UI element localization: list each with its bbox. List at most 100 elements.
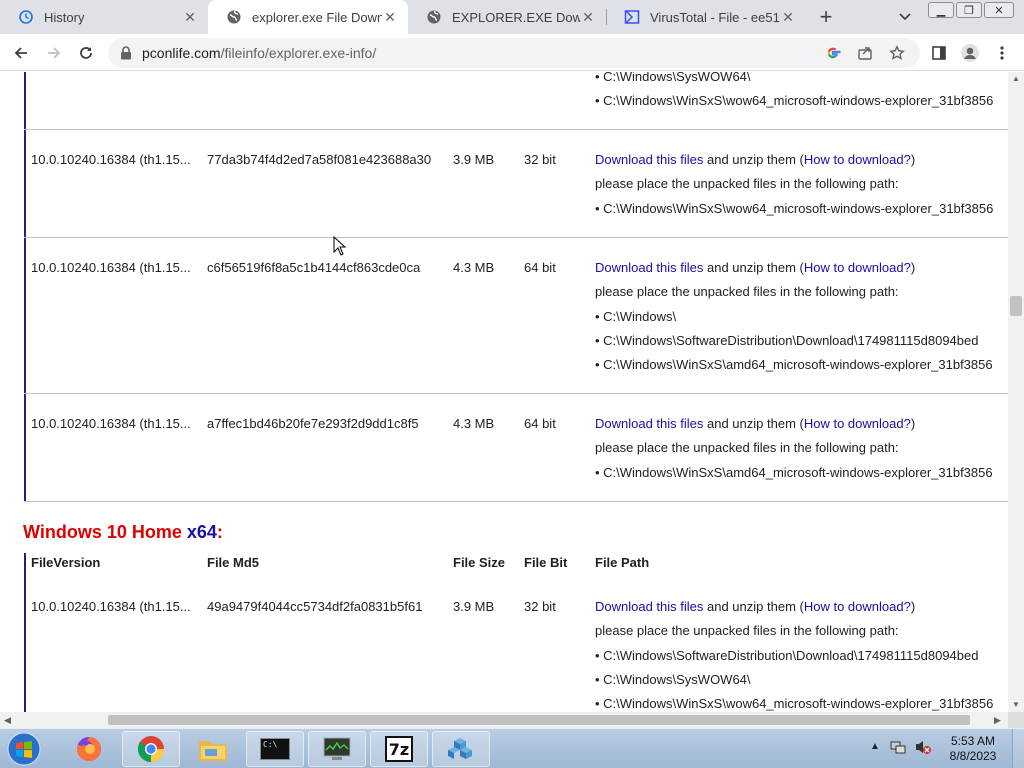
show-hidden-icons-icon[interactable]: ▲	[870, 741, 880, 752]
file-path: • C:\Windows\SysWOW64\	[595, 72, 751, 84]
table-row: 10.0.10240.16384 (th1.15... 77da3b74f4d2…	[24, 130, 1008, 237]
paren-close: )	[910, 416, 916, 431]
restore-button[interactable]: ❐	[956, 2, 982, 18]
chrome-icon[interactable]	[122, 731, 180, 767]
section-table: FileVersion File Md5 File Size File Bit …	[24, 553, 1008, 712]
start-button[interactable]	[4, 731, 44, 767]
scroll-up-arrow-icon[interactable]: ▲	[1012, 74, 1020, 83]
path-instruction: please place the unpacked files in the f…	[595, 176, 899, 191]
path-instruction: please place the unpacked files in the f…	[595, 623, 899, 638]
download-instructions: Download this files and unzip them (How …	[595, 260, 915, 275]
table-row-partial: • C:\Windows\SysWOW64\ • C:\Windows\WinS…	[24, 72, 1008, 129]
side-panel-icon[interactable]	[926, 40, 952, 66]
file-size: 4.3 MB	[453, 260, 495, 275]
close-icon[interactable]: ✕	[382, 9, 398, 25]
file-path: • C:\Windows\	[595, 309, 677, 324]
section-title-colon: :	[216, 522, 223, 542]
firefox-icon[interactable]	[60, 731, 118, 767]
google-translate-icon[interactable]	[824, 44, 842, 62]
scroll-left-arrow-icon[interactable]: ◀	[4, 715, 11, 726]
how-to-download-link[interactable]: How to download?	[804, 260, 911, 275]
path-instruction: please place the unpacked files in the f…	[595, 440, 899, 455]
7zip-icon[interactable]: 7z	[370, 731, 428, 767]
address-bar[interactable]: pconlife.com/fileinfo/explorer.exe-info/	[108, 38, 920, 68]
file-md5: a7ffec1bd46b20fe7e293f2d9dd1c8f5	[207, 416, 419, 431]
file-path: • C:\Windows\SoftwareDistribution\Downlo…	[595, 333, 979, 348]
profile-avatar-icon[interactable]	[957, 40, 983, 66]
table-row: 10.0.10240.16384 (th1.15... c6f56519f6f8…	[24, 238, 1008, 393]
file-path: • C:\Windows\WinSxS\amd64_microsoft-wind…	[595, 465, 993, 480]
tab-virustotal[interactable]: VirusTotal - File - ee51dca ✕	[606, 0, 806, 34]
scroll-right-arrow-icon[interactable]: ▶	[994, 715, 1001, 726]
kebab-menu-icon[interactable]	[989, 40, 1015, 66]
reload-button[interactable]	[73, 40, 99, 66]
file-bit: 32 bit	[524, 599, 556, 614]
bookmark-star-icon[interactable]	[888, 44, 906, 62]
virustotal-icon	[624, 9, 640, 25]
scroll-down-arrow-icon[interactable]: ▼	[1012, 700, 1020, 709]
url-host: pconlife.com	[142, 45, 221, 61]
cmd-icon[interactable]: C:\	[246, 731, 304, 767]
header-file-version: FileVersion	[31, 555, 101, 570]
close-icon[interactable]: ✕	[580, 9, 596, 25]
paren-close: )	[910, 260, 916, 275]
download-instructions: Download this files and unzip them (How …	[595, 152, 915, 167]
tab-explorer-file-download[interactable]: explorer.exe File Downloa ✕	[208, 0, 408, 34]
clock-date: 8/8/2023	[949, 749, 997, 763]
horizontal-scroll-thumb[interactable]	[108, 715, 970, 725]
file-md5: 77da3b74f4d2ed7a58f081e423688a30	[207, 152, 432, 167]
file-bit: 64 bit	[524, 260, 556, 275]
back-button[interactable]	[8, 40, 34, 66]
download-link[interactable]: Download this files	[595, 599, 703, 614]
file-path: • C:\Windows\WinSxS\wow64_microsoft-wind…	[595, 93, 994, 108]
file-path: • C:\Windows\SoftwareDistribution\Downlo…	[595, 648, 979, 663]
file-path: • C:\Windows\WinSxS\wow64_microsoft-wind…	[595, 201, 994, 216]
download-instructions: Download this files and unzip them (How …	[595, 416, 915, 431]
download-instructions: Download this files and unzip them (How …	[595, 599, 915, 614]
tab-label: EXPLORER.EXE Download	[452, 9, 580, 25]
close-icon[interactable]: ✕	[182, 9, 198, 25]
file-path: • C:\Windows\SysWOW64\	[595, 672, 751, 687]
tab-label: explorer.exe File Downloa	[252, 9, 382, 25]
file-version: 10.0.10240.16384 (th1.15...	[31, 260, 191, 275]
file-path: • C:\Windows\WinSxS\wow64_microsoft-wind…	[595, 696, 994, 711]
how-to-download-link[interactable]: How to download?	[804, 599, 911, 614]
header-file-md5: File Md5	[207, 555, 260, 570]
scrollbar-corner	[1008, 712, 1024, 728]
file-bit: 32 bit	[524, 152, 556, 167]
forward-button[interactable]	[41, 40, 67, 66]
close-icon[interactable]: ✕	[780, 9, 796, 25]
tab-history[interactable]: History ✕	[0, 0, 208, 34]
task-manager-icon[interactable]	[308, 731, 366, 767]
vertical-scroll-thumb[interactable]	[1010, 296, 1022, 316]
clock-time: 5:53 AM	[950, 734, 996, 748]
new-tab-button[interactable]: +	[814, 4, 838, 29]
share-icon[interactable]	[856, 44, 874, 62]
file-explorer-icon[interactable]	[184, 731, 242, 767]
window-close-button[interactable]: ✕	[984, 2, 1014, 18]
download-text: and unzip them (	[703, 152, 804, 167]
how-to-download-link[interactable]: How to download?	[804, 152, 911, 167]
header-file-size: File Size	[453, 555, 506, 570]
registry-editor-icon[interactable]	[432, 731, 490, 767]
network-icon[interactable]	[890, 739, 906, 758]
download-link[interactable]: Download this files	[595, 152, 703, 167]
lock-icon[interactable]	[120, 46, 132, 63]
section-title: Windows 10 Home x64:	[23, 522, 223, 543]
vertical-scrollbar[interactable]: ▲ ▼	[1008, 72, 1024, 712]
system-clock[interactable]: 5:53 AM 8/8/2023	[944, 734, 1002, 764]
minimize-button[interactable]: ▁	[928, 2, 954, 18]
page-content: • C:\Windows\SysWOW64\ • C:\Windows\WinS…	[0, 72, 1008, 712]
download-text: and unzip them (	[703, 416, 804, 431]
how-to-download-link[interactable]: How to download?	[804, 416, 911, 431]
file-md5: c6f56519f6f8a5c1b4144cf863cde0ca	[207, 260, 421, 275]
chevron-down-icon[interactable]	[894, 6, 916, 28]
download-link[interactable]: Download this files	[595, 416, 703, 431]
show-desktop-button[interactable]	[1012, 729, 1024, 768]
volume-muted-icon[interactable]	[914, 739, 932, 758]
table-row: 10.0.10240.16384 (th1.15... a7ffec1bd46b…	[24, 394, 1008, 501]
tab-explorer-exe-download[interactable]: EXPLORER.EXE Download ✕	[408, 0, 606, 34]
download-link[interactable]: Download this files	[595, 260, 703, 275]
horizontal-scrollbar[interactable]: ◀ ▶	[0, 712, 1008, 728]
globe-icon	[426, 9, 442, 25]
